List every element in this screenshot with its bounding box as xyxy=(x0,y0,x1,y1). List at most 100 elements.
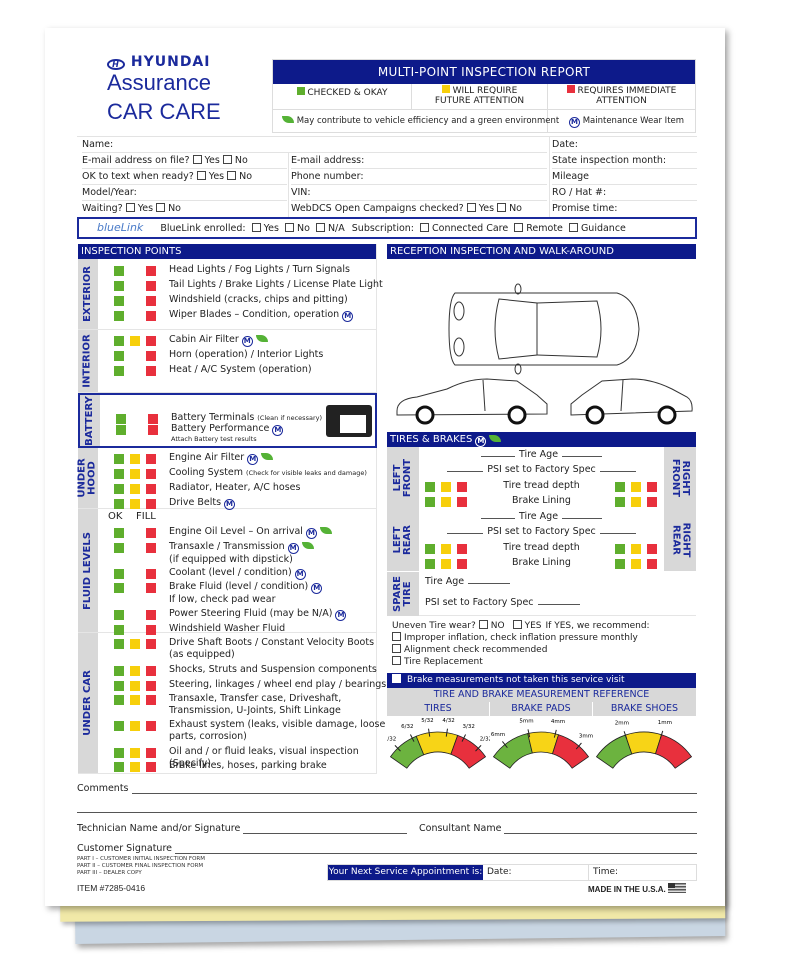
inspection-item-immediate-checkbox[interactable] xyxy=(146,666,156,676)
inspection-item-future-checkbox[interactable] xyxy=(130,748,140,758)
inspection-item-immediate-checkbox[interactable] xyxy=(146,351,156,361)
inspection-item-ok-checkbox[interactable] xyxy=(114,266,124,276)
webdcs-no-checkbox[interactable] xyxy=(497,203,507,212)
inspection-item-immediate-checkbox[interactable] xyxy=(146,281,156,291)
bluelink-na-checkbox[interactable] xyxy=(315,223,325,232)
inspection-item-future-checkbox[interactable] xyxy=(130,762,140,772)
bluelink-yes-checkbox[interactable] xyxy=(251,223,261,232)
inspection-item-ok-checkbox[interactable] xyxy=(114,639,124,649)
inspection-item-ok-checkbox[interactable] xyxy=(114,695,124,705)
connected-care-checkbox[interactable] xyxy=(420,223,430,232)
inspection-item-immediate-checkbox[interactable] xyxy=(146,695,156,705)
consultant-field[interactable]: Consultant Name xyxy=(419,823,697,834)
mileage-field[interactable]: Mileage xyxy=(552,169,697,185)
car-diagram[interactable] xyxy=(387,259,696,432)
promise-time-field[interactable]: Promise time: xyxy=(552,201,697,217)
spare-tire_age-field[interactable]: Tire Age xyxy=(425,576,511,587)
inspection-item-ok-checkbox[interactable] xyxy=(114,454,124,464)
inspection-item-ok-checkbox[interactable] xyxy=(114,569,124,579)
date-field[interactable]: Date: xyxy=(552,137,697,153)
psi-field[interactable]: PSI set to Factory Spec xyxy=(419,464,664,475)
inspection-item-future-checkbox[interactable] xyxy=(130,721,140,731)
brake-not-taken-checkbox[interactable] xyxy=(392,674,401,683)
inspection-item-ok-checkbox[interactable] xyxy=(114,484,124,494)
inspection-item-immediate-checkbox[interactable] xyxy=(146,336,156,346)
remote-checkbox[interactable] xyxy=(514,223,524,232)
email-field[interactable]: E-mail address: xyxy=(291,153,547,169)
inspection-item-future-checkbox[interactable] xyxy=(130,695,140,705)
inspection-item-future-checkbox[interactable] xyxy=(130,454,140,464)
inspection-item-immediate-checkbox[interactable] xyxy=(146,454,156,464)
inspection-item-future-checkbox[interactable] xyxy=(130,336,140,346)
appointment-date-field[interactable]: Date: xyxy=(483,865,589,880)
inspection-item-ok-checkbox[interactable] xyxy=(114,311,124,321)
technician-field[interactable]: Technician Name and/or Signature xyxy=(77,823,407,834)
uneven-yes-checkbox[interactable] xyxy=(512,620,522,629)
tire-age-field[interactable]: Tire Age xyxy=(419,511,664,522)
recommendation-checkbox[interactable] xyxy=(392,656,401,665)
appointment-time-field[interactable]: Time: xyxy=(589,865,696,880)
inspection-item-immediate-checkbox[interactable] xyxy=(146,499,156,509)
inspection-item-immediate-checkbox[interactable] xyxy=(146,569,156,579)
inspection-item-immediate-checkbox[interactable] xyxy=(148,425,158,435)
customer-signature-field[interactable]: Customer Signature xyxy=(77,843,697,854)
inspection-item-ok-checkbox[interactable] xyxy=(116,414,126,424)
phone-field[interactable]: Phone number: xyxy=(291,169,547,185)
inspection-item-immediate-checkbox[interactable] xyxy=(146,543,156,553)
inspection-item-immediate-checkbox[interactable] xyxy=(146,583,156,593)
tire-age-field[interactable]: Tire Age xyxy=(419,449,664,460)
state-month-field[interactable]: State inspection month: xyxy=(552,153,697,169)
inspection-item-immediate-checkbox[interactable] xyxy=(146,311,156,321)
inspection-item-ok-checkbox[interactable] xyxy=(114,528,124,538)
inspection-item-ok-checkbox[interactable] xyxy=(114,543,124,553)
ro-field[interactable]: RO / Hat #: xyxy=(552,185,697,201)
bluelink-no-checkbox[interactable] xyxy=(284,223,294,232)
vin-field[interactable]: VIN: xyxy=(291,185,547,201)
psi-field[interactable]: PSI set to Factory Spec xyxy=(419,526,664,537)
inspection-item-immediate-checkbox[interactable] xyxy=(146,681,156,691)
inspection-item-ok-checkbox[interactable] xyxy=(114,681,124,691)
inspection-item-future-checkbox[interactable] xyxy=(130,484,140,494)
recommendation-checkbox[interactable] xyxy=(392,644,401,653)
inspection-item-immediate-checkbox[interactable] xyxy=(146,721,156,731)
name-field[interactable]: Name: xyxy=(82,137,547,153)
inspection-item-immediate-checkbox[interactable] xyxy=(146,610,156,620)
inspection-item-future-checkbox[interactable] xyxy=(130,469,140,479)
ok-text-yes-checkbox[interactable] xyxy=(196,171,206,180)
inspection-item-immediate-checkbox[interactable] xyxy=(146,639,156,649)
inspection-item-future-checkbox[interactable] xyxy=(130,681,140,691)
inspection-item-ok-checkbox[interactable] xyxy=(114,351,124,361)
recommendation-checkbox[interactable] xyxy=(392,632,401,641)
webdcs-yes-checkbox[interactable] xyxy=(466,203,476,212)
inspection-item-ok-checkbox[interactable] xyxy=(114,499,124,509)
waiting-no-checkbox[interactable] xyxy=(156,203,166,212)
inspection-item-ok-checkbox[interactable] xyxy=(114,281,124,291)
model-year-field[interactable]: Model/Year: xyxy=(82,185,287,201)
inspection-item-immediate-checkbox[interactable] xyxy=(146,366,156,376)
inspection-item-ok-checkbox[interactable] xyxy=(114,469,124,479)
inspection-item-immediate-checkbox[interactable] xyxy=(146,266,156,276)
inspection-item-future-checkbox[interactable] xyxy=(130,639,140,649)
uneven-no-checkbox[interactable] xyxy=(478,620,488,629)
inspection-item-immediate-checkbox[interactable] xyxy=(146,296,156,306)
inspection-item-immediate-checkbox[interactable] xyxy=(146,484,156,494)
inspection-item-future-checkbox[interactable] xyxy=(130,666,140,676)
email-on-file-no-checkbox[interactable] xyxy=(222,155,232,164)
inspection-item-ok-checkbox[interactable] xyxy=(114,296,124,306)
spare-psi-field[interactable]: PSI set to Factory Spec xyxy=(425,597,580,608)
guidance-checkbox[interactable] xyxy=(568,223,578,232)
inspection-item-immediate-checkbox[interactable] xyxy=(146,748,156,758)
inspection-item-ok-checkbox[interactable] xyxy=(114,666,124,676)
waiting-yes-checkbox[interactable] xyxy=(125,203,135,212)
inspection-item-ok-checkbox[interactable] xyxy=(114,762,124,772)
inspection-item-ok-checkbox[interactable] xyxy=(114,610,124,620)
inspection-item-ok-checkbox[interactable] xyxy=(116,425,126,435)
inspection-item-ok-checkbox[interactable] xyxy=(114,583,124,593)
inspection-item-ok-checkbox[interactable] xyxy=(114,721,124,731)
ok-text-no-checkbox[interactable] xyxy=(227,171,237,180)
inspection-item-future-checkbox[interactable] xyxy=(130,499,140,509)
inspection-item-immediate-checkbox[interactable] xyxy=(146,762,156,772)
inspection-item-ok-checkbox[interactable] xyxy=(114,748,124,758)
inspection-item-ok-checkbox[interactable] xyxy=(114,366,124,376)
inspection-item-immediate-checkbox[interactable] xyxy=(146,528,156,538)
